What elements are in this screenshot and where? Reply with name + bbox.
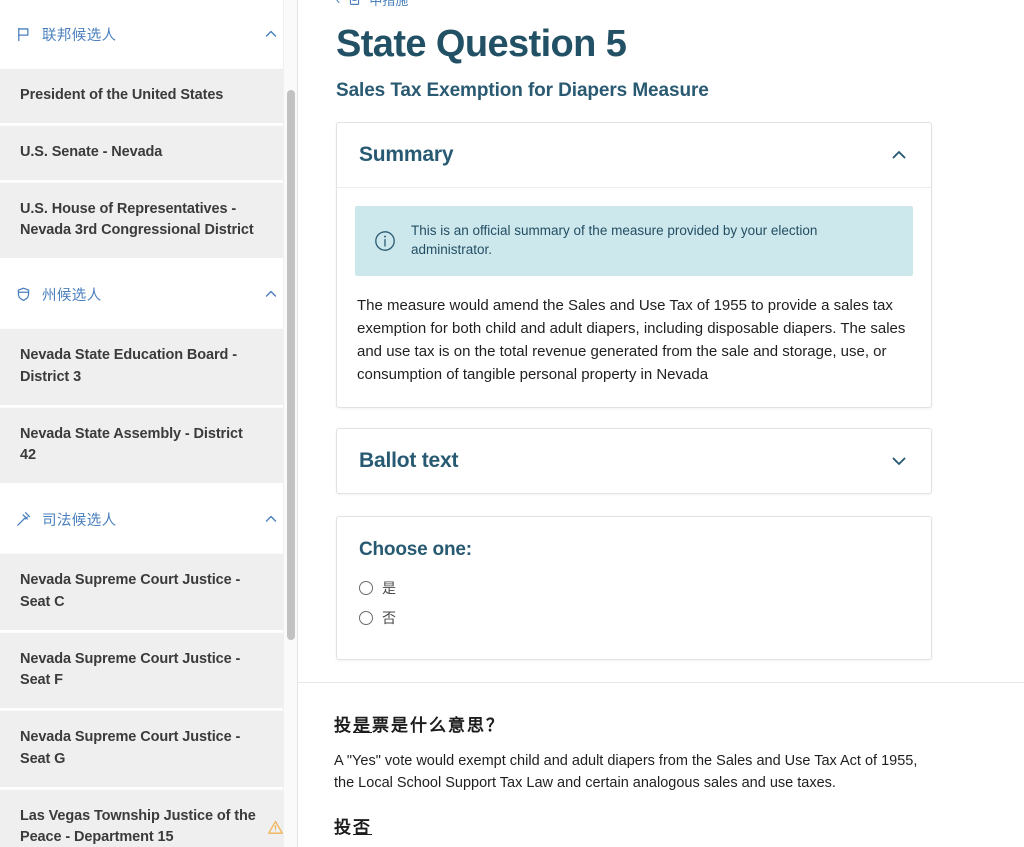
yes-vote-heading: 投是票是什么意思？ (334, 711, 930, 736)
summary-card: Summary This is an official summary of t… (336, 121, 932, 408)
measure-scroll-area: ‹ 中措施 State Question 5 Sales Tax Exempti… (298, 0, 1024, 847)
ballot-icon (348, 0, 361, 6)
gavel-icon (14, 510, 32, 528)
official-summary-notice-text: This is an official summary of the measu… (411, 222, 818, 257)
vote-option-label: 否 (382, 609, 396, 626)
summary-card-header[interactable]: Summary (337, 123, 931, 187)
sidebar-contest-label: U.S. Senate - Nevada (20, 143, 163, 160)
ballot-text-card-header[interactable]: Ballot text (337, 429, 931, 493)
sidebar-contest-item[interactable]: U.S. House of Representatives - Nevada 3… (0, 181, 297, 260)
summary-body-text: The measure would amend the Sales and Us… (357, 296, 906, 384)
sidebar-section-title: 联邦候选人 (42, 27, 117, 44)
sidebar-contest-label: Nevada Supreme Court Justice - Seat F (20, 650, 241, 689)
sidebar-section-title: 州候选人 (42, 287, 102, 304)
summary-card-body: This is an official summary of the measu… (337, 186, 931, 407)
vote-option-2[interactable]: 否 (359, 603, 909, 633)
sidebar-section-header-state[interactable]: 州候选人 (0, 260, 297, 328)
sidebar-contest-label: Nevada State Education Board - District … (20, 347, 237, 385)
yes-heading-prefix: 投 (334, 715, 353, 735)
sidebar-section-header-judicial[interactable]: 司法候选人 (0, 485, 297, 553)
ballot-app: 联邦候选人 President of the United States U.S. … (0, 0, 1024, 847)
sidebar-scrollbar-track[interactable] (283, 0, 297, 847)
sidebar-contest-item[interactable]: Nevada Supreme Court Justice - Seat G (0, 710, 297, 789)
no-vote-heading: 投否 (334, 813, 930, 838)
chevron-up-icon[interactable] (262, 25, 280, 43)
sidebar-contest-item[interactable]: U.S. Senate - Nevada (0, 124, 297, 182)
sidebar-contest-label: Nevada State Assembly - District 42 (20, 425, 243, 464)
radio-button[interactable] (359, 610, 373, 625)
chevron-up-icon[interactable] (889, 145, 909, 165)
ballot-text-card-title: Ballot text (359, 448, 459, 472)
sidebar-contest-item[interactable]: Nevada Supreme Court Justice - Seat C (0, 553, 297, 632)
no-heading-underline: 否 (353, 817, 372, 837)
vote-options-list: 是否 (359, 573, 909, 633)
contests-sidebar: 联邦候选人 President of the United States U.S. … (0, 0, 298, 847)
sidebar-contest-label: Nevada Supreme Court Justice - Seat G (20, 729, 241, 767)
yes-heading-underline: 是 (353, 715, 372, 735)
chevron-up-icon[interactable] (262, 510, 280, 528)
chevron-up-icon[interactable] (262, 285, 280, 303)
page-title: State Question 5 (336, 23, 627, 65)
yes-heading-suffix: 票是什么意思？ (372, 715, 505, 735)
sidebar-contest-label: Nevada Supreme Court Justice - Seat C (20, 572, 241, 610)
info-icon (373, 229, 397, 253)
no-heading-prefix: 投 (334, 817, 353, 837)
warning-icon[interactable] (266, 818, 284, 836)
shield-icon (14, 285, 32, 303)
sidebar-sections: 联邦候选人 President of the United States U.S. … (0, 0, 297, 847)
sidebar-contest-item[interactable]: Las Vegas Township Justice of the Peace … (0, 788, 297, 847)
yes-vote-body: A "Yes" vote would exempt child and adul… (334, 752, 918, 792)
sidebar-section-header-federal[interactable]: 联邦候选人 (0, 0, 297, 68)
summary-card-title: Summary (359, 142, 454, 166)
choose-one-title: Choose one: (359, 538, 472, 560)
chevron-down-icon[interactable] (889, 451, 909, 471)
choose-one-card: Choose one: 是否 (336, 515, 932, 660)
sidebar-contest-item[interactable]: Nevada Supreme Court Justice - Seat F (0, 631, 297, 710)
sidebar-contest-item[interactable]: Nevada State Education Board - District … (0, 328, 297, 407)
sidebar-contest-label: President of the United States (20, 87, 224, 103)
flag-icon (14, 25, 32, 43)
sidebar-contest-label: Las Vegas Township Justice of the Peace … (20, 807, 256, 846)
sidebar-section-title: 司法候选人 (42, 512, 117, 529)
sidebar-contest-item[interactable]: Nevada State Assembly - District 42 (0, 406, 297, 485)
official-summary-notice: This is an official summary of the measu… (355, 205, 913, 276)
page-subtitle: Sales Tax Exemption for Diapers Measure (336, 79, 709, 101)
vote-option-1[interactable]: 是 (359, 573, 909, 603)
ballot-text-card: Ballot text (336, 427, 932, 494)
breadcrumb-label[interactable]: 中措施 (369, 0, 408, 6)
vote-explanation-section: 投是票是什么意思？ A "Yes" vote would exempt chil… (298, 683, 1024, 847)
sidebar-scrollbar-thumb[interactable] (287, 90, 295, 640)
page-header: State Question 5 Sales Tax Exemption for… (298, 6, 1024, 102)
sidebar-contest-item[interactable]: President of the United States (0, 68, 297, 125)
vote-option-label: 是 (382, 579, 396, 596)
measure-detail-panel: ‹ 中措施 State Question 5 Sales Tax Exempti… (298, 0, 1024, 847)
sidebar-contest-label: U.S. House of Representatives - Nevada 3… (20, 200, 254, 239)
breadcrumb-back-arrow[interactable]: ‹ (336, 0, 340, 6)
radio-button[interactable] (359, 580, 373, 595)
